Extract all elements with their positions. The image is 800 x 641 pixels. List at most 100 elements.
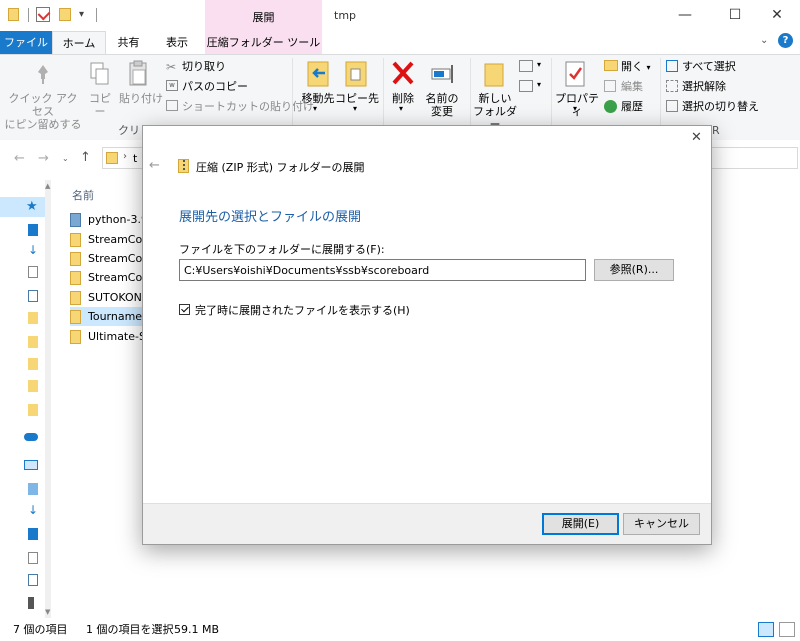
folder-icon[interactable]	[28, 336, 38, 348]
onedrive-icon[interactable]	[24, 433, 38, 441]
list-item-selected[interactable]: Tournamen	[70, 307, 150, 326]
pictures-icon[interactable]	[28, 290, 38, 302]
back-icon[interactable]: ←	[149, 158, 160, 173]
select-all-button[interactable]: すべて選択	[682, 60, 736, 73]
tab-home[interactable]: ホーム	[52, 31, 106, 54]
desktop-icon[interactable]	[28, 224, 38, 236]
dialog-footer: 展開(E) キャンセル	[143, 503, 711, 544]
scroll-up-icon[interactable]: ▲	[45, 182, 50, 190]
easy-access-icon[interactable]	[519, 80, 533, 92]
folder-icon[interactable]	[28, 380, 38, 392]
pictures-icon[interactable]	[28, 574, 38, 586]
dialog-title: 圧縮 (ZIP 形式) フォルダーの展開	[196, 161, 365, 174]
edit-icon	[604, 80, 616, 92]
new-folder-qat-icon[interactable]	[59, 8, 71, 22]
folder-icon[interactable]	[28, 358, 38, 370]
list-item[interactable]: Ultimate-S	[70, 327, 150, 346]
show-files-label[interactable]: 完了時に展開されたファイルを表示する(H)	[195, 302, 410, 318]
move-to-icon	[305, 60, 331, 88]
breadcrumb[interactable]: t	[133, 152, 137, 165]
customize-qat-icon[interactable]: ▾	[79, 9, 84, 20]
installer-icon	[70, 213, 81, 227]
folder-icon[interactable]	[28, 312, 38, 324]
this-pc-icon[interactable]	[24, 460, 38, 470]
forward-icon[interactable]: →	[38, 151, 49, 166]
new-item-dropdown-icon: ▾	[537, 60, 542, 69]
back-icon[interactable]: ←	[14, 151, 25, 166]
show-files-checkbox[interactable]	[179, 304, 190, 315]
recent-locations-icon[interactable]: ⌄	[62, 154, 69, 163]
download-icon[interactable]: ↓	[28, 244, 38, 256]
zip-folder-icon	[70, 252, 81, 266]
breadcrumb-chevron-icon: ›	[123, 151, 127, 162]
list-item[interactable]: StreamCon	[70, 230, 150, 249]
folder-icon	[8, 8, 20, 22]
maximize-button[interactable]: ☐	[712, 0, 758, 31]
close-window-button[interactable]: ✕	[754, 0, 800, 31]
address-bar[interactable]: › t	[102, 147, 142, 169]
context-tab-title: 展開	[252, 11, 275, 24]
cut-button[interactable]: 切り取り	[182, 60, 226, 73]
copy-path-icon: w	[166, 80, 178, 91]
tab-file[interactable]: ファイル	[0, 31, 52, 54]
select-none-button[interactable]: 選択解除	[682, 80, 726, 93]
list-item[interactable]: python-3.9	[70, 210, 150, 229]
browse-button[interactable]: 参照(R)...	[594, 259, 674, 281]
list-item[interactable]: SUTOKON	[70, 288, 150, 307]
move-to-button[interactable]: 移動先	[298, 92, 338, 105]
tab-share[interactable]: 共有	[106, 31, 151, 54]
folder-icon[interactable]	[28, 404, 38, 416]
ribbon-separator	[660, 58, 661, 130]
list-item[interactable]: StreamCon	[70, 249, 150, 268]
paste-shortcut-button[interactable]: ショートカットの貼り付け	[182, 100, 314, 113]
documents-icon[interactable]	[28, 552, 38, 564]
open-button[interactable]: 開く ▾	[621, 60, 651, 74]
pin-quick-access-button[interactable]: クイック アクセス にピン留めする	[4, 92, 82, 131]
nav-scrollbar[interactable]: ▲ ▼	[45, 180, 51, 618]
copy-button[interactable]: コピー	[84, 92, 116, 118]
new-item-icon[interactable]	[519, 60, 533, 72]
close-icon[interactable]: ✕	[691, 130, 702, 145]
videos-icon[interactable]	[28, 597, 34, 609]
extract-button[interactable]: 展開(E)	[542, 513, 619, 535]
scroll-down-icon[interactable]: ▼	[45, 608, 50, 616]
select-all-icon	[666, 60, 678, 72]
zip-folder-icon	[70, 291, 81, 305]
minimize-button[interactable]: —	[662, 0, 708, 31]
minimize-icon: —	[678, 7, 692, 23]
large-icons-view-icon[interactable]	[779, 622, 795, 637]
3d-objects-icon[interactable]	[28, 483, 38, 495]
paste-button[interactable]: 貼り付け	[119, 92, 163, 105]
collapse-ribbon-icon[interactable]: ⌄	[760, 35, 768, 46]
zip-folder-icon	[178, 159, 189, 173]
desktop-icon[interactable]	[28, 528, 38, 540]
documents-icon[interactable]	[28, 266, 38, 278]
list-item[interactable]: StreamCon	[70, 268, 150, 287]
qat-divider	[96, 8, 97, 22]
zip-folder-icon	[70, 330, 81, 344]
new-folder-icon	[483, 60, 505, 88]
help-icon[interactable]: ?	[778, 33, 793, 48]
tab-compressed-folder-tools[interactable]: 圧縮フォルダー ツール	[205, 31, 322, 54]
destination-path-input[interactable]	[179, 259, 586, 281]
folder-icon	[106, 152, 118, 164]
search-input[interactable]	[712, 147, 798, 169]
tab-view[interactable]: 表示	[151, 31, 203, 54]
properties-qat-icon[interactable]	[36, 7, 51, 22]
edit-button[interactable]: 編集	[621, 80, 643, 93]
download-icon[interactable]: ↓	[28, 504, 38, 516]
invert-selection-button[interactable]: 選択の切り替え	[682, 100, 759, 113]
properties-dropdown-icon: ▾	[573, 104, 578, 113]
ribbon-separator	[292, 58, 293, 130]
up-icon[interactable]: ↑	[80, 150, 91, 165]
status-bar: 7 個の項目 1 個の項目を選択 59.1 MB	[0, 619, 800, 641]
column-header-name[interactable]: 名前	[72, 187, 94, 203]
copy-path-button[interactable]: パスのコピー	[182, 80, 248, 93]
copy-icon	[90, 62, 109, 86]
nav-item-quick-access[interactable]: ★	[0, 197, 45, 217]
cancel-button[interactable]: キャンセル	[623, 513, 700, 535]
maximize-icon: ☐	[728, 7, 742, 23]
rename-button[interactable]: 名前の 変更	[420, 92, 464, 118]
details-view-icon[interactable]	[758, 622, 774, 637]
history-button[interactable]: 履歴	[621, 100, 643, 113]
